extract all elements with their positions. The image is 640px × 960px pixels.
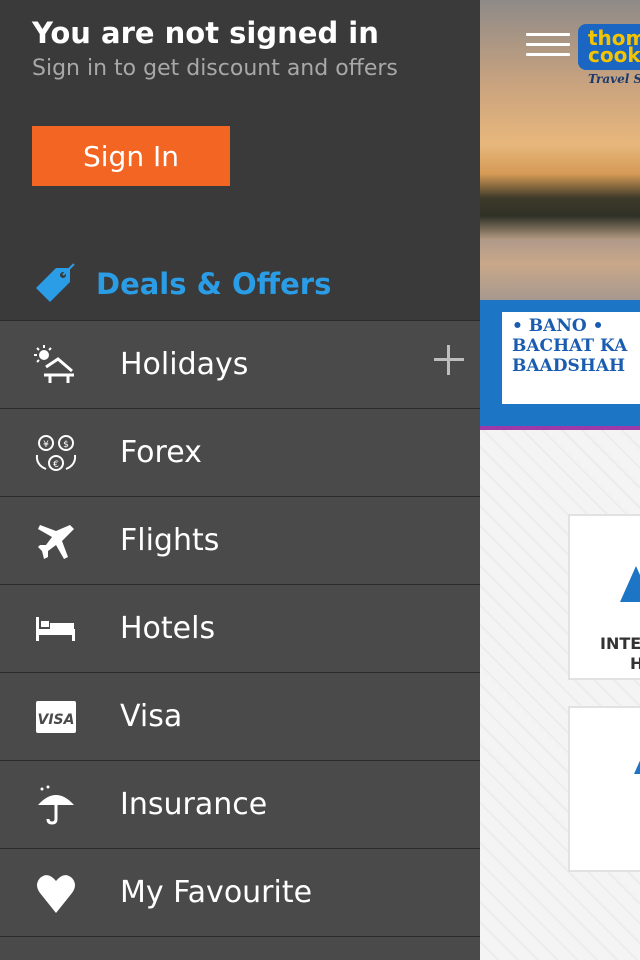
deals-offers-label: Deals & Offers	[96, 267, 332, 301]
airplane-icon	[34, 521, 78, 561]
card-line-1: INTE	[600, 634, 640, 653]
brand-tagline: Travel S	[588, 72, 640, 86]
menu-item-label: Flights	[120, 523, 220, 558]
brand-logo: thomas cook	[578, 24, 640, 70]
menu-list-overflow	[0, 936, 480, 960]
deals-offers-link[interactable]: Deals & Offers	[32, 256, 331, 312]
drawer-menu-list: Holidays ¥ $ € Forex Flights Hotels VISA…	[0, 320, 480, 936]
signin-status-title: You are not signed in	[32, 16, 379, 50]
heart-icon	[34, 873, 78, 913]
menu-item-forex[interactable]: ¥ $ € Forex	[0, 408, 480, 496]
menu-item-holidays[interactable]: Holidays	[0, 320, 480, 408]
umbrella-icon	[34, 785, 78, 825]
menu-item-visa[interactable]: VISA Visa	[0, 672, 480, 760]
menu-item-label: Holidays	[120, 347, 249, 382]
svg-text:€: €	[53, 460, 59, 470]
landmark-icon	[634, 738, 640, 774]
sign-in-button[interactable]: Sign In	[32, 126, 230, 186]
promo-banner[interactable]: • BANO • BACHAT KA BAADSHAH	[480, 300, 640, 426]
menu-item-hotels[interactable]: Hotels	[0, 584, 480, 672]
landmark-icon	[620, 566, 640, 602]
visa-card-icon: VISA	[34, 697, 78, 737]
product-card[interactable]	[568, 706, 640, 872]
banner-line-1: • BANO •	[512, 316, 604, 336]
banner-line-2: BACHAT KA	[512, 336, 628, 356]
menu-item-label: Hotels	[120, 611, 216, 646]
menu-item-favourite[interactable]: My Favourite	[0, 848, 480, 936]
beach-chair-sun-icon	[34, 345, 78, 385]
menu-item-label: My Favourite	[120, 875, 313, 910]
menu-item-flights[interactable]: Flights	[0, 496, 480, 584]
currency-exchange-icon: ¥ $ €	[34, 433, 78, 473]
svg-text:$: $	[63, 440, 69, 450]
card-line-2: H	[630, 654, 640, 673]
tag-icon	[36, 263, 75, 302]
expand-plus-icon[interactable]	[434, 345, 464, 375]
menu-item-label: Forex	[120, 435, 202, 470]
menu-item-label: Visa	[120, 699, 183, 734]
svg-text:VISA: VISA	[38, 712, 75, 728]
menu-item-insurance[interactable]: Insurance	[0, 760, 480, 848]
bed-icon	[34, 609, 78, 649]
signin-status-subtitle: Sign in to get discount and offers	[32, 56, 398, 81]
hamburger-menu-icon[interactable]	[526, 33, 570, 65]
product-card-label: INTE H	[600, 634, 640, 674]
svg-text:¥: ¥	[43, 440, 49, 450]
doodle-pattern-background	[480, 430, 640, 960]
promo-banner-text: • BANO • BACHAT KA BAADSHAH	[512, 316, 627, 376]
hero-water-image	[480, 240, 640, 300]
navigation-drawer: You are not signed in Sign in to get dis…	[0, 0, 480, 960]
brand-logo-text: thomas cook	[588, 26, 640, 67]
menu-item-label: Insurance	[120, 787, 268, 822]
background-home-screen: thomas cook Travel S • BANO • BACHAT KA …	[480, 0, 640, 960]
product-card[interactable]: INTE H	[568, 514, 640, 680]
drawer-header: You are not signed in Sign in to get dis…	[0, 0, 480, 320]
banner-line-3: BAADSHAH	[512, 356, 626, 376]
